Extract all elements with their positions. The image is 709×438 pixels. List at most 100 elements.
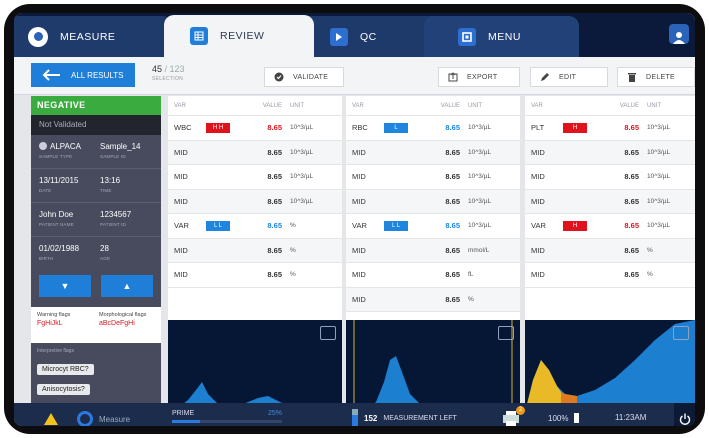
table-header: VAR VALUE UNIT (525, 96, 695, 116)
table-row[interactable]: MID 8.65 10^3/µL (168, 140, 342, 165)
prime-label: PRIME (172, 410, 195, 417)
printer-icon[interactable]: 2 (502, 406, 525, 426)
table-header: VAR VALUE UNIT (168, 96, 342, 116)
tab-menu[interactable]: MENU (424, 16, 579, 57)
sample-date: 13/11/2015 (39, 176, 79, 185)
table-row[interactable]: MID 8.65 10^3/µL (525, 140, 695, 165)
table-row[interactable]: MID 8.65 mmol/L (346, 238, 520, 263)
prime-percent: 25% (267, 410, 282, 417)
interpretive-flags: Interpretive flags Microcyt RBC? Anisocy… (31, 343, 161, 403)
result-status-badge: NEGATIVE (31, 96, 161, 115)
table-row[interactable]: VAR H 8.65 10^3/µL (525, 214, 695, 239)
table-row[interactable]: MID 8.65 10^3/µL (168, 189, 342, 214)
var-name: MID (174, 172, 188, 182)
sample-id-label: SAMPLE ID (100, 154, 126, 159)
warning-icon[interactable] (44, 413, 58, 425)
tab-bar: MEASURE QC MENU REVIEW (14, 13, 695, 57)
delete-button[interactable]: DELETE (617, 67, 695, 87)
col-value: VALUE (262, 102, 282, 109)
selection-label: SELECTION (152, 76, 184, 82)
sample-panel: NEGATIVE Not Validated ALPACA SAMPLE TYPE… (31, 96, 161, 412)
var-name: MID (352, 294, 366, 304)
chevron-down-icon: ▼ (60, 281, 70, 291)
unit: % (290, 222, 296, 230)
table-row[interactable]: VAR L L 8.65% (168, 214, 342, 239)
user-icon[interactable] (669, 24, 689, 44)
table-row[interactable]: MID 8.65 10^3/µL (525, 189, 695, 214)
flag-badge: L L (384, 221, 408, 232)
rbc-histogram-plot (346, 320, 520, 412)
table-row[interactable]: MID 8.65% (168, 238, 342, 263)
edit-button[interactable]: EDIT (530, 67, 608, 87)
sample-nav: ▼ ▲ (31, 271, 161, 301)
clock: 11:23AM (615, 413, 647, 422)
delete-label: DELETE (646, 73, 676, 81)
unit: 10^3/µL (647, 173, 671, 181)
edit-label: EDIT (559, 73, 577, 81)
col-unit: UNIT (290, 102, 304, 109)
var-name: MID (352, 245, 366, 255)
validation-status: Not Validated (31, 115, 161, 135)
power-button[interactable] (674, 403, 695, 426)
value: 8.65 (445, 123, 460, 133)
validate-label: VALIDATE (293, 73, 329, 81)
date-label: DATE (39, 188, 52, 193)
table-row[interactable]: PLT H 8.65 10^3/µL (525, 116, 695, 141)
var-name: MID (352, 196, 366, 206)
value: 8.65 (267, 245, 282, 255)
col-value: VALUE (440, 102, 460, 109)
battery-icon (574, 413, 580, 423)
table-row[interactable]: VAR L L 8.65 10^3/µL (346, 214, 520, 239)
table-row[interactable]: MID 8.65 10^3/µL (168, 165, 342, 190)
unit: mmol/L (468, 246, 490, 254)
birth-row: 01/02/1988 BIRTH 28 AGE (31, 237, 161, 271)
patient-id: 1234567 (100, 210, 132, 219)
table-row[interactable]: MID 8.65 10^3/µL (346, 165, 520, 190)
zoom-icon[interactable] (498, 326, 514, 340)
tab-qc[interactable]: QC (296, 16, 444, 57)
validate-button[interactable]: VALIDATE (264, 67, 344, 87)
plt-histogram (525, 320, 695, 412)
table-row[interactable]: MID 8.65 10^3/µL (346, 189, 520, 214)
export-button[interactable]: EXPORT (438, 67, 520, 87)
value: 8.65 (267, 270, 282, 280)
value: 8.65 (445, 221, 460, 231)
measure-shortcut[interactable]: Measure (77, 411, 130, 426)
screen: MEASURE QC MENU REVIEW ALL RESULTS 45 / … (14, 13, 695, 426)
table-row[interactable]: MID 8.65% (168, 263, 342, 288)
table-row[interactable]: MID 8.65% (525, 238, 695, 263)
unit: 10^3/µL (290, 197, 314, 205)
chevron-up-icon: ▲ (122, 281, 132, 291)
age-label: AGE (100, 256, 111, 261)
zoom-icon[interactable] (320, 326, 336, 340)
next-sample-button[interactable]: ▼ (39, 275, 91, 297)
table-row[interactable]: MID 8.65 10^3/µL (346, 140, 520, 165)
battery-percent: 100% (548, 413, 569, 423)
table-row[interactable]: RBC L 8.65 10^3/µL (346, 116, 520, 141)
col-unit: UNIT (468, 102, 482, 109)
previous-sample-button[interactable]: ▲ (101, 275, 153, 297)
value: 8.65 (267, 147, 282, 157)
var-name: MID (352, 270, 366, 280)
table-row[interactable]: MID 8.65 fL (346, 263, 520, 288)
value: 8.65 (445, 147, 460, 157)
zoom-icon[interactable] (673, 326, 689, 340)
var-name: WBC (174, 123, 192, 133)
reagent-icon (352, 409, 358, 426)
measurements-count: 152 (364, 413, 378, 423)
tab-review[interactable]: REVIEW (164, 15, 314, 57)
table-row[interactable]: MID 8.65 10^3/µL (525, 165, 695, 190)
printer-badge: 2 (516, 406, 525, 415)
patient-row: John Doe PATIENT NAME 1234567 PATIENT ID (31, 203, 161, 237)
plt-histogram-plot (525, 320, 695, 412)
flag-badge: H H (206, 123, 230, 134)
tab-measure[interactable]: MEASURE (14, 16, 174, 57)
morph-flags-label: Morphological flags (99, 312, 147, 318)
table-row[interactable]: WBC H H 8.65 10^3/µL (168, 116, 342, 141)
prime-progress: PRIME 25% (172, 410, 282, 423)
var-name: MID (531, 245, 545, 255)
table-row[interactable]: MID 8.65% (346, 287, 520, 312)
table-row[interactable]: MID 8.65% (525, 263, 695, 288)
var-name: MID (174, 147, 188, 157)
all-results-button[interactable]: ALL RESULTS (31, 63, 135, 87)
